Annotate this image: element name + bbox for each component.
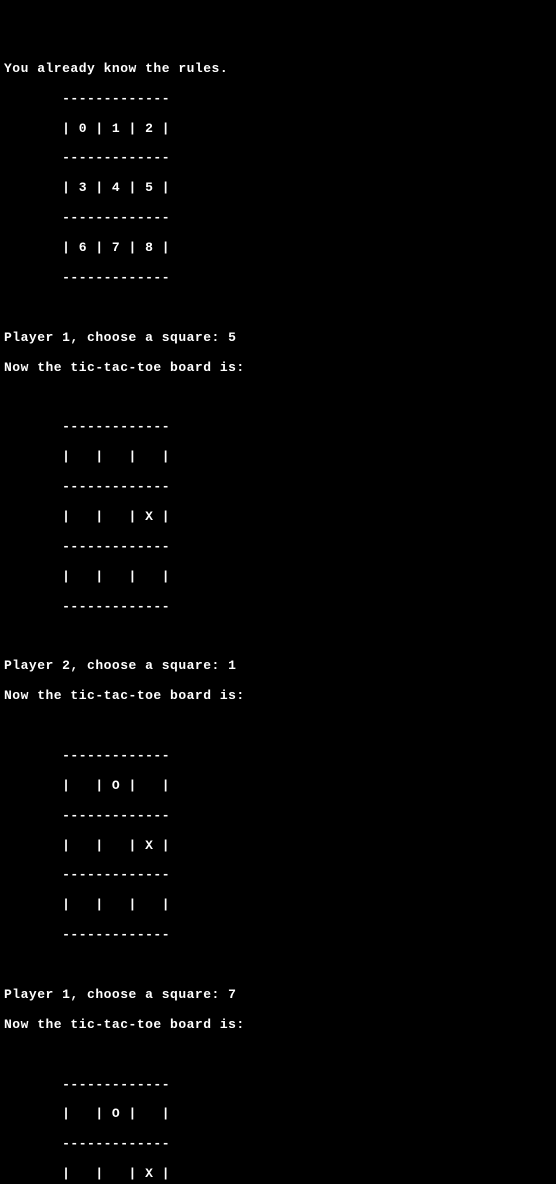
board-row: | | | |	[4, 898, 552, 913]
board-row-0: | 0 | 1 | 2 |	[4, 122, 552, 137]
board-divider: -------------	[4, 1137, 552, 1152]
board-row: | | | |	[4, 570, 552, 585]
blank-line	[4, 390, 552, 405]
board-divider: -------------	[4, 420, 552, 435]
board-row: | | O | |	[4, 779, 552, 794]
blank-line	[4, 1048, 552, 1063]
board-row: | | O | |	[4, 1107, 552, 1122]
state-text: Now the tic-tac-toe board is:	[4, 361, 552, 376]
board-divider: -------------	[4, 600, 552, 615]
blank-line	[4, 719, 552, 734]
player-prompt: Player 1, choose a square: 7	[4, 988, 552, 1003]
board-divider: -------------	[4, 151, 552, 166]
board-divider: -------------	[4, 211, 552, 226]
board-divider: -------------	[4, 92, 552, 107]
blank-line	[4, 629, 552, 644]
state-text: Now the tic-tac-toe board is:	[4, 1018, 552, 1033]
board-row-2: | 6 | 7 | 8 |	[4, 241, 552, 256]
blank-line	[4, 958, 552, 973]
board-divider: -------------	[4, 1078, 552, 1093]
board-divider: -------------	[4, 540, 552, 555]
state-text: Now the tic-tac-toe board is:	[4, 689, 552, 704]
board-row: | | | X |	[4, 839, 552, 854]
board-divider: -------------	[4, 809, 552, 824]
board-divider: -------------	[4, 749, 552, 764]
board-divider: -------------	[4, 480, 552, 495]
board-divider: -------------	[4, 868, 552, 883]
intro-text: You already know the rules.	[4, 62, 552, 77]
board-row-1: | 3 | 4 | 5 |	[4, 181, 552, 196]
board-row: | | | X |	[4, 510, 552, 525]
blank-line	[4, 301, 552, 316]
player-prompt: Player 2, choose a square: 1	[4, 659, 552, 674]
player-prompt: Player 1, choose a square: 5	[4, 331, 552, 346]
board-row: | | | |	[4, 450, 552, 465]
board-divider: -------------	[4, 271, 552, 286]
board-divider: -------------	[4, 928, 552, 943]
board-row: | | | X |	[4, 1167, 552, 1182]
